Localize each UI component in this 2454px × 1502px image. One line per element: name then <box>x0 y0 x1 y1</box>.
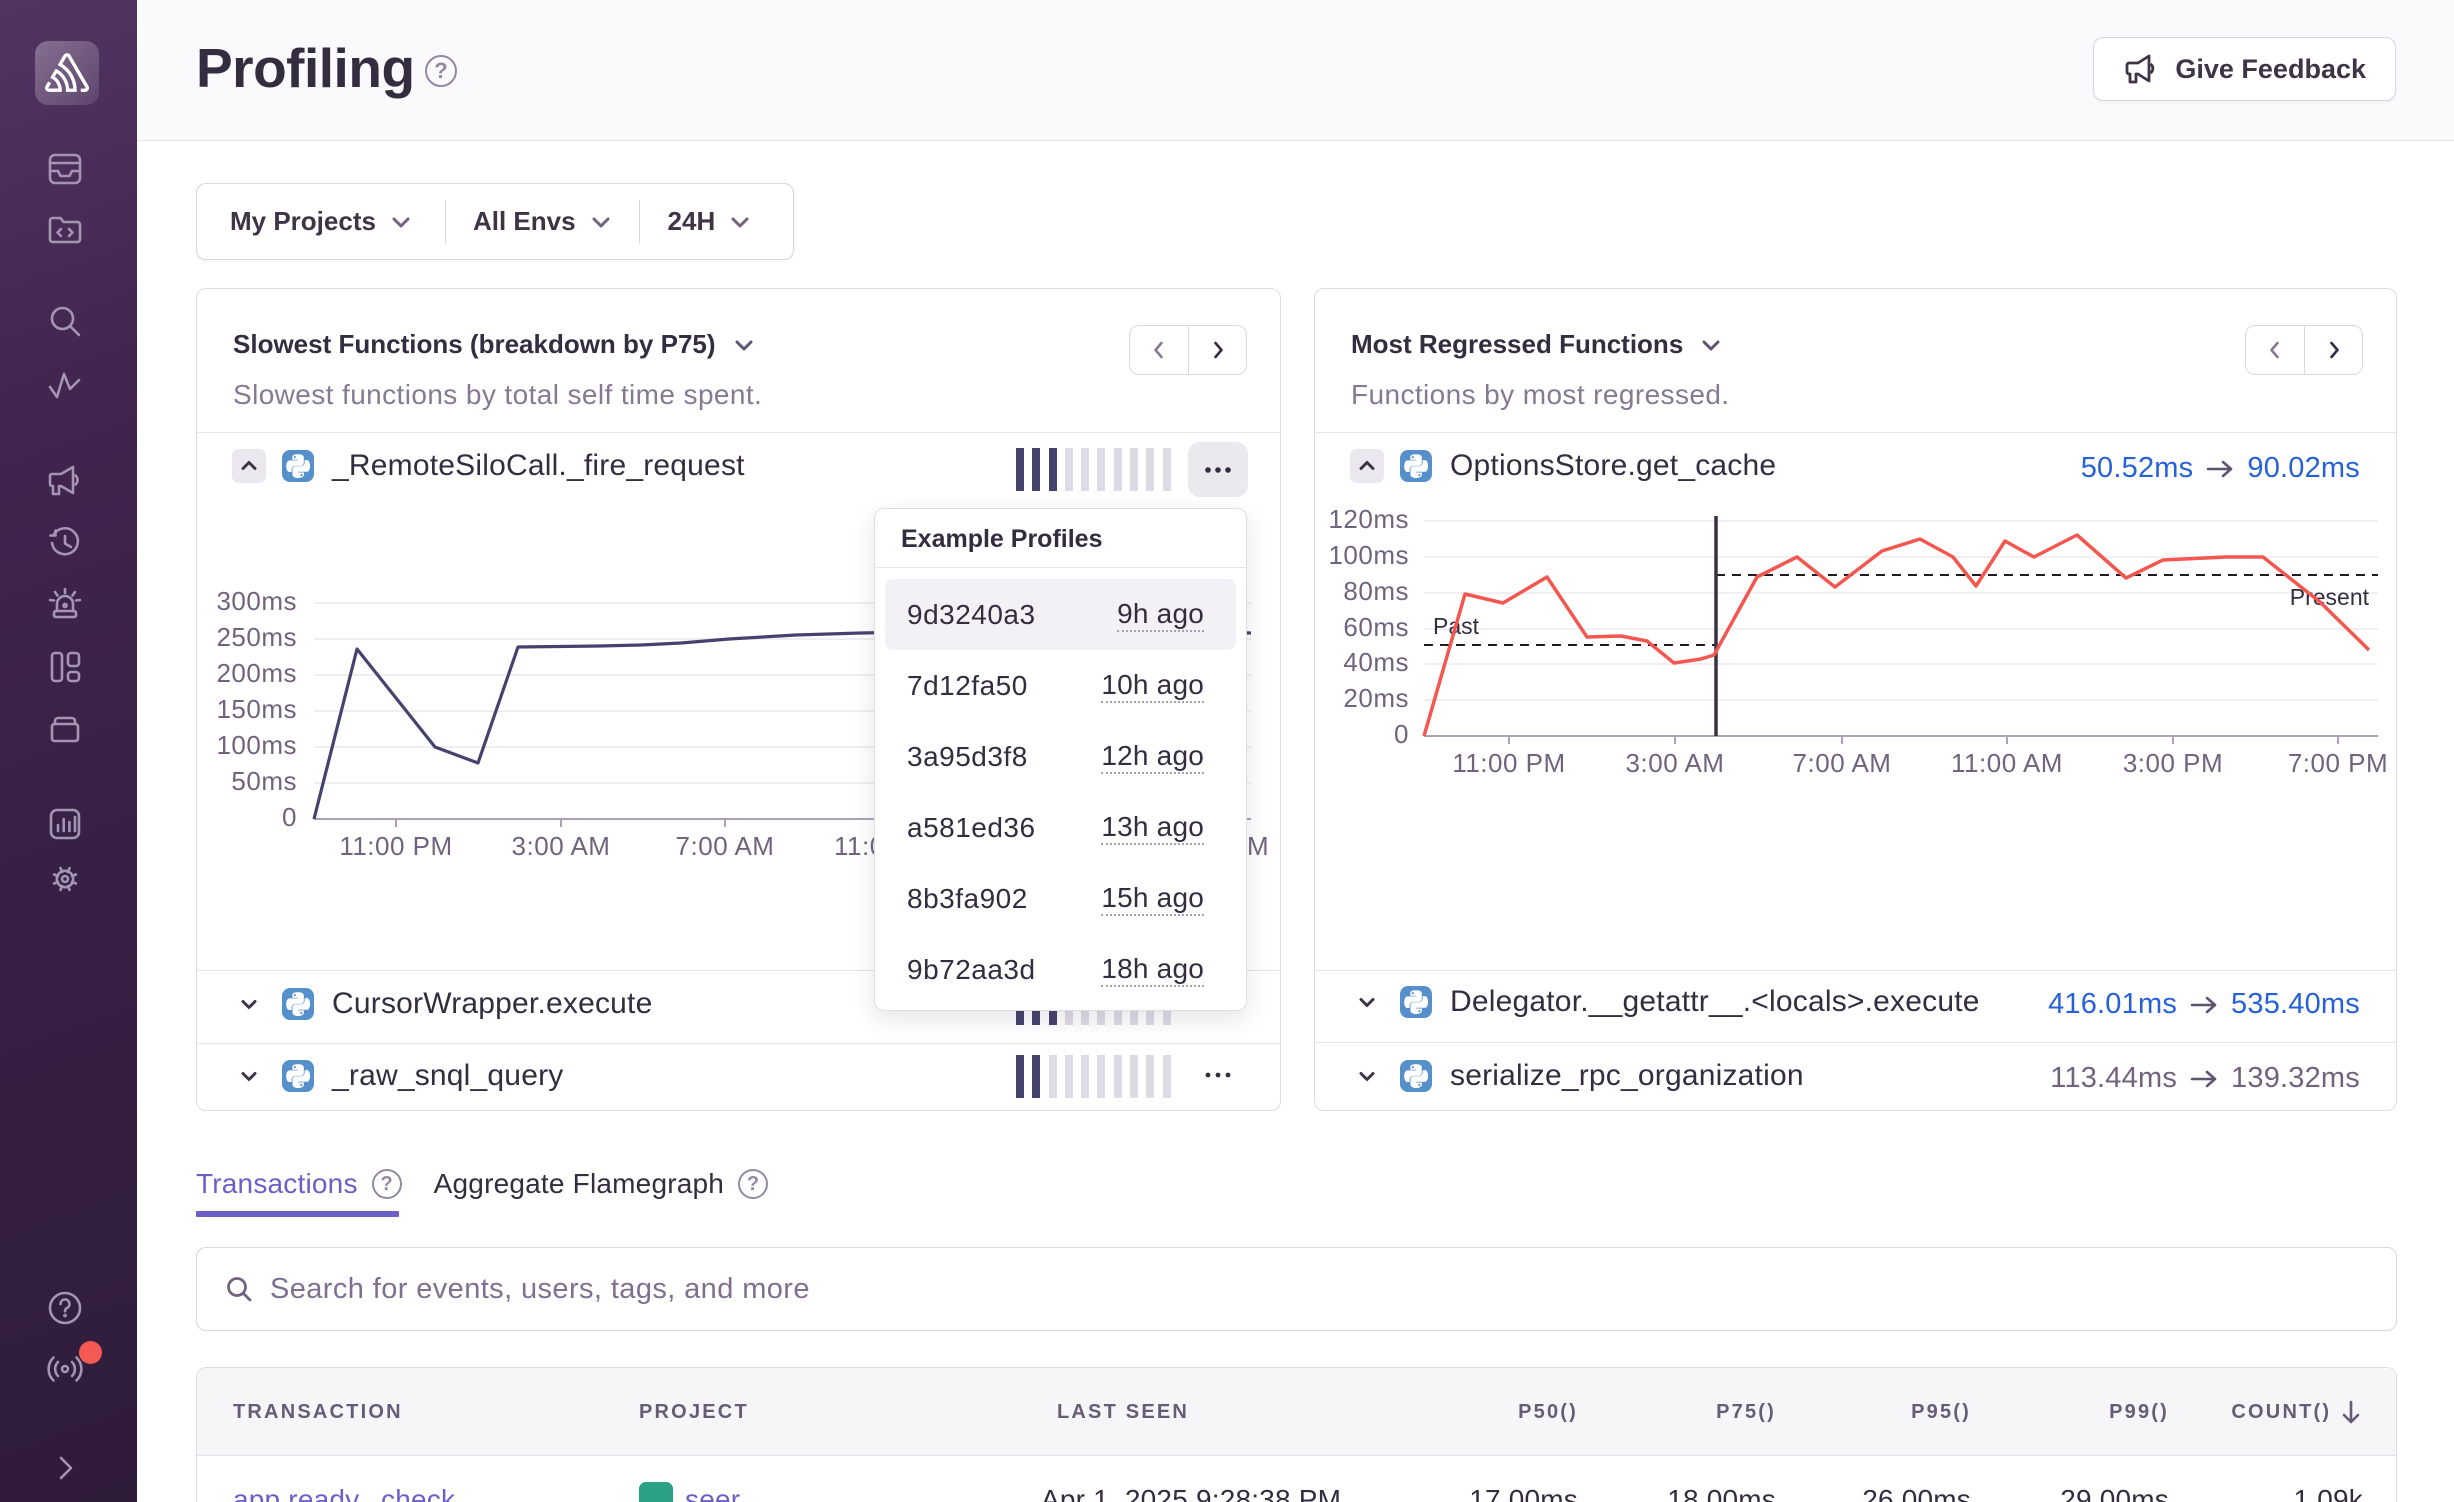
svg-text:50ms: 50ms <box>231 766 297 796</box>
svg-text:250ms: 250ms <box>216 622 297 652</box>
svg-text:7:00 PM: 7:00 PM <box>2288 748 2388 778</box>
svg-text:0: 0 <box>282 802 297 832</box>
svg-text:7:00 AM: 7:00 AM <box>676 831 775 861</box>
svg-text:11:00 PM: 11:00 PM <box>339 831 452 861</box>
svg-text:120ms: 120ms <box>1328 504 1409 534</box>
svg-text:200ms: 200ms <box>216 658 297 688</box>
svg-text:60ms: 60ms <box>1343 612 1409 642</box>
svg-text:20ms: 20ms <box>1343 683 1409 713</box>
svg-text:7:00 AM: 7:00 AM <box>1793 748 1892 778</box>
svg-text:100ms: 100ms <box>1328 540 1409 570</box>
svg-text:100ms: 100ms <box>216 730 297 760</box>
svg-text:3:00 AM: 3:00 AM <box>512 831 611 861</box>
svg-text:3:00 AM: 3:00 AM <box>1626 748 1725 778</box>
svg-text:3:00 PM: 3:00 PM <box>2123 748 2223 778</box>
svg-text:150ms: 150ms <box>216 694 297 724</box>
svg-text:11:00 PM: 11:00 PM <box>1452 748 1565 778</box>
svg-text:0: 0 <box>1394 719 1409 749</box>
svg-text:80ms: 80ms <box>1343 576 1409 606</box>
svg-text:40ms: 40ms <box>1343 647 1409 677</box>
svg-text:11:00 AM: 11:00 AM <box>1951 748 2063 778</box>
svg-text:300ms: 300ms <box>216 586 297 616</box>
